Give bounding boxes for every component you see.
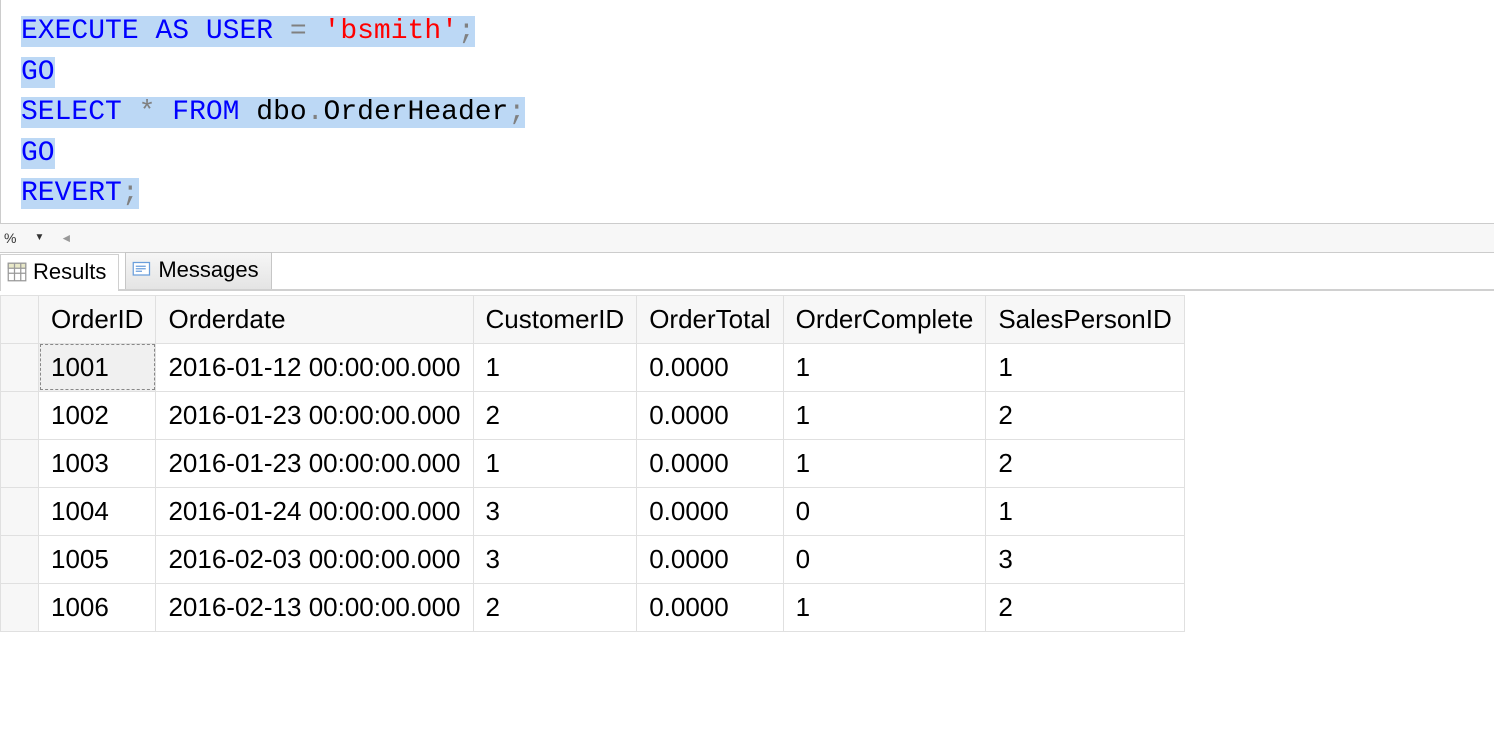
zoom-indicator: % bbox=[2, 230, 16, 246]
code-token: = bbox=[290, 16, 307, 47]
column-header[interactable]: CustomerID bbox=[473, 295, 637, 343]
code-token: USER bbox=[206, 16, 273, 47]
row-number-cell[interactable] bbox=[1, 535, 39, 583]
row-number-cell[interactable] bbox=[1, 583, 39, 631]
code-token: FROM bbox=[172, 97, 239, 128]
table-cell[interactable]: 2016-01-23 00:00:00.000 bbox=[156, 439, 473, 487]
code-token: REVERT bbox=[21, 178, 122, 209]
table-cell[interactable]: 3 bbox=[473, 487, 637, 535]
sql-editor[interactable]: EXECUTE AS USER = 'bsmith'; GO SELECT * FR… bbox=[0, 0, 1494, 223]
code-token: 'bsmith' bbox=[324, 16, 458, 47]
code-token bbox=[189, 16, 206, 47]
table-cell[interactable]: 0.0000 bbox=[637, 439, 783, 487]
table-cell[interactable]: 2 bbox=[986, 439, 1184, 487]
messages-icon bbox=[132, 260, 152, 280]
table-cell[interactable]: 1 bbox=[783, 439, 986, 487]
table-cell[interactable]: 3 bbox=[986, 535, 1184, 583]
table-cell[interactable]: 2016-01-24 00:00:00.000 bbox=[156, 487, 473, 535]
column-header[interactable]: OrderID bbox=[39, 295, 156, 343]
table-row[interactable]: 10052016-02-03 00:00:00.00030.000003 bbox=[1, 535, 1185, 583]
code-token bbox=[155, 97, 172, 128]
table-cell[interactable]: 1 bbox=[986, 343, 1184, 391]
table-cell[interactable]: 1001 bbox=[39, 343, 156, 391]
table-cell[interactable]: 0 bbox=[783, 535, 986, 583]
table-cell[interactable]: 1 bbox=[473, 439, 637, 487]
editor-footer-strip: % ▼ ◄ bbox=[0, 223, 1494, 253]
results-pane: OrderIDOrderdateCustomerIDOrderTotalOrde… bbox=[0, 291, 1494, 632]
code-token: dbo bbox=[256, 97, 306, 128]
code-token: ; bbox=[122, 178, 139, 209]
table-cell[interactable]: 2016-02-13 00:00:00.000 bbox=[156, 583, 473, 631]
row-number-cell[interactable] bbox=[1, 391, 39, 439]
table-cell[interactable]: 2 bbox=[986, 583, 1184, 631]
table-cell[interactable]: 0.0000 bbox=[637, 583, 783, 631]
table-cell[interactable]: 2016-01-12 00:00:00.000 bbox=[156, 343, 473, 391]
tab-results[interactable]: Results bbox=[0, 254, 119, 291]
code-token: ; bbox=[508, 97, 525, 128]
table-cell[interactable]: 1 bbox=[986, 487, 1184, 535]
tab-results-label: Results bbox=[33, 259, 106, 285]
table-cell[interactable]: 1 bbox=[783, 343, 986, 391]
table-cell[interactable]: 0.0000 bbox=[637, 487, 783, 535]
code-token bbox=[239, 97, 256, 128]
table-row[interactable]: 10062016-02-13 00:00:00.00020.000012 bbox=[1, 583, 1185, 631]
column-header[interactable]: SalesPersonID bbox=[986, 295, 1184, 343]
code-token: EXECUTE bbox=[21, 16, 139, 47]
code-token bbox=[273, 16, 290, 47]
table-cell[interactable]: 1005 bbox=[39, 535, 156, 583]
results-table[interactable]: OrderIDOrderdateCustomerIDOrderTotalOrde… bbox=[0, 295, 1185, 632]
code-token: ; bbox=[458, 16, 475, 47]
table-cell[interactable]: 1006 bbox=[39, 583, 156, 631]
code-token: OrderHeader bbox=[324, 97, 509, 128]
table-cell[interactable]: 2 bbox=[473, 391, 637, 439]
tab-messages[interactable]: Messages bbox=[125, 252, 271, 289]
results-grid-icon bbox=[7, 262, 27, 282]
table-row[interactable]: 10012016-01-12 00:00:00.00010.000011 bbox=[1, 343, 1185, 391]
code-token: GO bbox=[21, 57, 55, 88]
column-header[interactable]: OrderTotal bbox=[637, 295, 783, 343]
row-number-cell[interactable] bbox=[1, 487, 39, 535]
row-number-header bbox=[1, 295, 39, 343]
table-cell[interactable]: 0.0000 bbox=[637, 391, 783, 439]
tab-messages-label: Messages bbox=[158, 257, 258, 283]
code-token: . bbox=[307, 97, 324, 128]
code-line: GO bbox=[21, 53, 1494, 94]
code-token: AS bbox=[155, 16, 189, 47]
table-cell[interactable]: 1 bbox=[783, 583, 986, 631]
table-cell[interactable]: 1003 bbox=[39, 439, 156, 487]
table-cell[interactable]: 0.0000 bbox=[637, 535, 783, 583]
table-cell[interactable]: 2016-02-03 00:00:00.000 bbox=[156, 535, 473, 583]
table-cell[interactable]: 0 bbox=[783, 487, 986, 535]
table-row[interactable]: 10042016-01-24 00:00:00.00030.000001 bbox=[1, 487, 1185, 535]
table-cell[interactable]: 2016-01-23 00:00:00.000 bbox=[156, 391, 473, 439]
code-line: SELECT * FROM dbo.OrderHeader; bbox=[21, 93, 1494, 134]
table-cell[interactable]: 1004 bbox=[39, 487, 156, 535]
table-row[interactable]: 10032016-01-23 00:00:00.00010.000012 bbox=[1, 439, 1185, 487]
code-token bbox=[122, 97, 139, 128]
table-cell[interactable]: 1 bbox=[473, 343, 637, 391]
code-line: REVERT; bbox=[21, 174, 1494, 215]
results-tabs: Results Messages bbox=[0, 253, 1494, 291]
code-line: EXECUTE AS USER = 'bsmith'; bbox=[21, 12, 1494, 53]
table-cell[interactable]: 0.0000 bbox=[637, 343, 783, 391]
scroll-left-icon[interactable]: ◄ bbox=[60, 231, 72, 245]
column-header[interactable]: OrderComplete bbox=[783, 295, 986, 343]
table-row[interactable]: 10022016-01-23 00:00:00.00020.000012 bbox=[1, 391, 1185, 439]
code-line: GO bbox=[21, 134, 1494, 175]
column-header[interactable]: Orderdate bbox=[156, 295, 473, 343]
table-cell[interactable]: 2 bbox=[473, 583, 637, 631]
table-cell[interactable]: 3 bbox=[473, 535, 637, 583]
dropdown-arrow-icon[interactable]: ▼ bbox=[34, 232, 44, 243]
row-number-cell[interactable] bbox=[1, 439, 39, 487]
row-number-cell[interactable] bbox=[1, 343, 39, 391]
table-cell[interactable]: 1 bbox=[783, 391, 986, 439]
table-cell[interactable]: 1002 bbox=[39, 391, 156, 439]
code-token bbox=[307, 16, 324, 47]
code-token: SELECT bbox=[21, 97, 122, 128]
code-token: GO bbox=[21, 138, 55, 169]
table-cell[interactable]: 2 bbox=[986, 391, 1184, 439]
code-token bbox=[139, 16, 156, 47]
code-token: * bbox=[139, 97, 156, 128]
